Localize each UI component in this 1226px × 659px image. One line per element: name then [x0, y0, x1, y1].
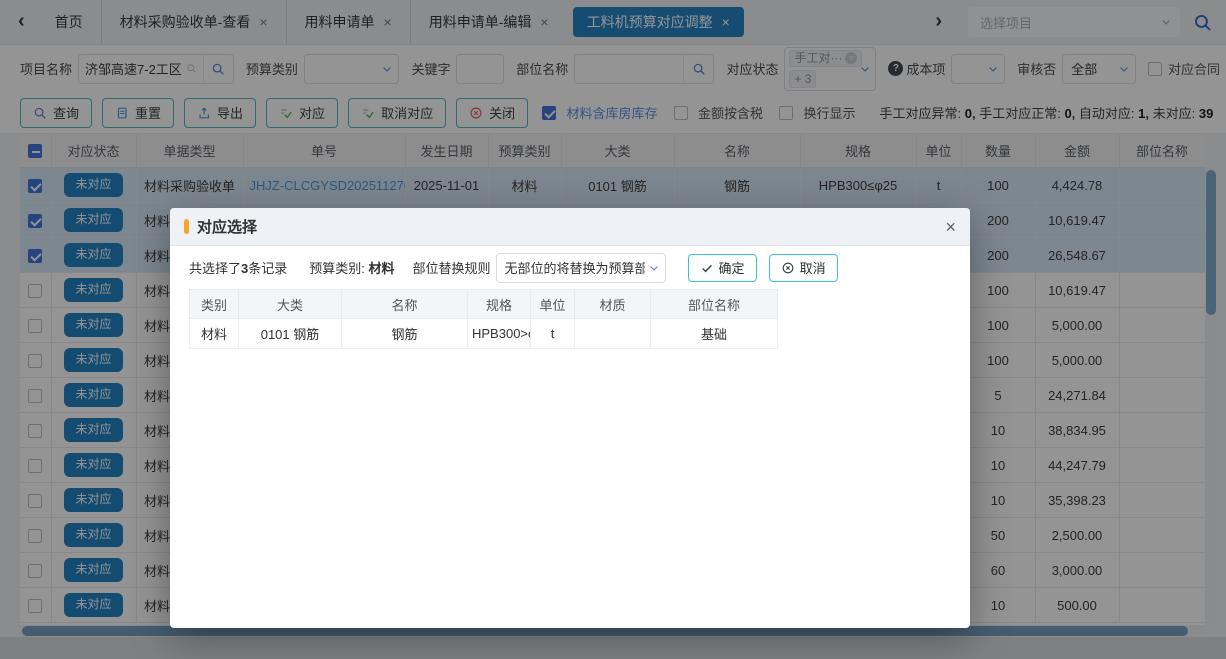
cell-part-name: 基础 [651, 319, 778, 349]
cell-category: 材料 [190, 319, 239, 349]
column-header: 类别 [190, 290, 239, 319]
column-header: 材质 [575, 290, 651, 319]
cell-spec: HPB300>φ [468, 319, 531, 349]
dialog-controls: 共选择了3条记录 预算类别: 材料 部位替换规则 无部位的将替换为预算部 确定 … [170, 246, 970, 289]
column-header: 名称 [342, 290, 468, 319]
selected-prefix: 共选择了 [189, 261, 241, 276]
confirm-button-label: 确定 [719, 258, 745, 277]
match-select-dialog: 对应选择 × 共选择了3条记录 预算类别: 材料 部位替换规则 无部位的将替换为… [170, 208, 970, 628]
dialog-header: 对应选择 × [170, 208, 970, 246]
column-header: 单位 [531, 290, 575, 319]
budget-value: 材料 [369, 261, 395, 276]
column-header: 大类 [239, 290, 342, 319]
cell-major-class: 0101 钢筋 [239, 319, 342, 349]
selected-suffix: 条记录 [248, 261, 287, 276]
confirm-button[interactable]: 确定 [688, 254, 757, 282]
cell-material [575, 319, 651, 349]
budget-type-text: 预算类别: 材料 [309, 258, 394, 277]
cancel-circle-icon [781, 261, 795, 275]
check-icon [700, 261, 714, 275]
dialog-table-row: 材料0101 钢筋钢筋HPB300>φt 基础 [190, 319, 778, 349]
budget-label: 预算类别: [309, 261, 365, 276]
replace-rule-select[interactable]: 无部位的将替换为预算部 [496, 253, 666, 283]
cell-unit: t [531, 319, 575, 349]
dialog-table-header-row: 类别大类名称规格单位材质部位名称 [190, 290, 778, 319]
replace-rule-value: 无部位的将替换为预算部 [505, 258, 645, 277]
column-header: 部位名称 [651, 290, 778, 319]
cancel-button[interactable]: 取消 [769, 254, 838, 282]
replace-rule-label: 部位替换规则 [413, 258, 491, 277]
selected-count-text: 共选择了3条记录 [189, 258, 287, 277]
accent-bar-icon [184, 219, 189, 234]
close-icon[interactable]: × [945, 218, 956, 236]
dialog-table: 类别大类名称规格单位材质部位名称 材料0101 钢筋钢筋HPB300>φt 基础 [189, 289, 778, 349]
cancel-button-label: 取消 [800, 258, 826, 277]
cell-name: 钢筋 [342, 319, 468, 349]
chevron-down-icon [648, 262, 660, 274]
column-header: 规格 [468, 290, 531, 319]
dialog-title: 对应选择 [197, 216, 257, 237]
